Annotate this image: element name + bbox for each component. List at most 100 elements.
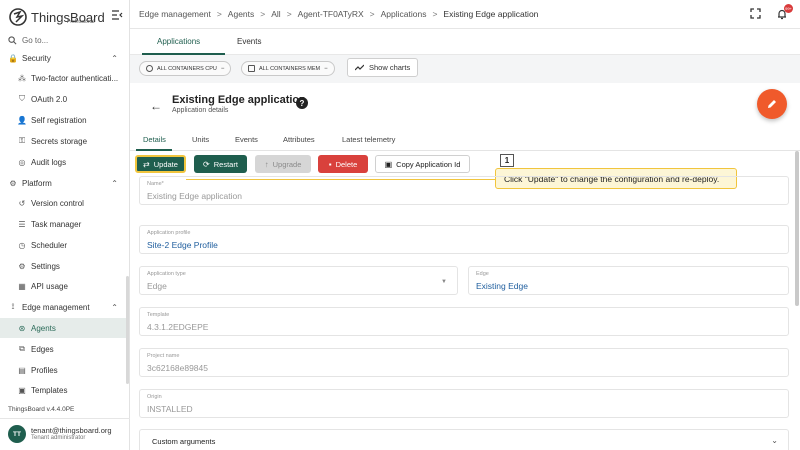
sidebar-item-label: Two-factor authenticati... — [31, 73, 119, 83]
edge-field[interactable]: Edge Existing Edge — [468, 266, 789, 295]
tab-details[interactable]: Details — [143, 135, 166, 144]
cpu-filter-chip[interactable]: ALL CONTAINERS CPU − — [139, 61, 232, 76]
project-name-field[interactable]: Project name 3c62168e89845 — [139, 348, 789, 377]
breadcrumb: Edge management > Agents > All > Agent-T… — [139, 9, 544, 19]
sidebar-item-label: Scheduler — [31, 240, 68, 250]
sidebar-group-security[interactable]: 🔒 Security ⌃ — [0, 48, 128, 68]
sidebar-item-settings[interactable]: ⚙ Settings — [0, 256, 128, 276]
user-email[interactable]: tenant@thingsboard.org — [31, 426, 112, 435]
tab-units[interactable]: Units — [192, 135, 209, 144]
sidebar-item-label: Profiles — [31, 365, 58, 375]
restart-icon: ⟳ — [203, 159, 210, 169]
sidebar-item-label: Edge management — [22, 302, 90, 312]
field-label: Project name — [147, 353, 180, 359]
sidebar-item-label: Templates — [31, 385, 68, 395]
settings-icon: ⚙ — [18, 261, 26, 271]
sidebar-item-profiles[interactable]: ▤ Profiles — [0, 360, 128, 380]
tab-events[interactable]: Events — [237, 37, 261, 46]
sidebar-group-edge-management[interactable]: ⟟ Edge management ⌃ — [0, 297, 128, 317]
breadcrumb-item[interactable]: Applications — [381, 9, 427, 19]
edge-icon: ⟟ — [11, 302, 15, 311]
application-type-select[interactable]: Application type Edge ▼ — [139, 266, 458, 295]
sidebar-item-api-usage[interactable]: ▦ API usage — [0, 276, 128, 296]
copy-application-id-button[interactable]: ▣ Copy Application Id — [375, 155, 470, 173]
chevron-up-icon: ⌃ — [111, 178, 118, 188]
sidebar-item-edges[interactable]: ⧉ Edges — [0, 339, 128, 359]
field-value-link[interactable]: Existing Edge — [476, 281, 528, 291]
breadcrumb-item[interactable]: All — [271, 9, 280, 19]
help-icon[interactable]: ? — [296, 97, 308, 109]
back-arrow-icon[interactable]: ← — [150, 99, 162, 113]
delete-button[interactable]: ▪ Delete — [318, 155, 368, 173]
field-value-link[interactable]: Site-2 Edge Profile — [147, 240, 218, 250]
update-button[interactable]: ⇄ Update — [135, 155, 186, 173]
field-value: 4.3.1.2EDGEPE — [147, 322, 209, 332]
card-scrollbar[interactable] — [795, 151, 799, 306]
sidebar-item-audit-logs[interactable]: ◎ Audit logs — [0, 152, 128, 172]
dash-icon: − — [220, 65, 225, 72]
template-field[interactable]: Template 4.3.1.2EDGEPE — [139, 307, 789, 336]
field-label: Edge — [476, 271, 489, 277]
sidebar-item-label: Secrets storage — [31, 136, 88, 146]
sidebar-item-secrets-storage[interactable]: ⚿ Secrets storage — [0, 131, 128, 151]
sidebar-item-label: Version control — [31, 198, 84, 208]
sidebar-group-platform[interactable]: ⚙ Platform ⌃ — [0, 173, 128, 193]
dash-icon: − — [324, 65, 328, 72]
field-value: Existing Edge application — [147, 191, 242, 201]
sidebar-item-templates[interactable]: ▣ Templates — [0, 380, 128, 400]
chevron-up-icon: ⌃ — [111, 53, 118, 63]
upgrade-label: Upgrade — [272, 159, 302, 169]
show-charts-button[interactable]: Show charts — [347, 58, 419, 77]
notifications-button[interactable]: 99+ — [776, 4, 793, 20]
field-value: INSTALLED — [147, 404, 193, 414]
goto-search[interactable]: Go to... — [8, 36, 48, 45]
origin-field[interactable]: Origin INSTALLED — [139, 389, 789, 418]
name-field[interactable]: Name* Existing Edge application — [139, 176, 789, 205]
menu-collapse-icon[interactable] — [111, 10, 123, 20]
trash-icon: ▪ — [328, 159, 332, 169]
avatar[interactable]: TT — [8, 425, 26, 443]
sidebar-scrollbar[interactable] — [126, 276, 129, 384]
sidebar-item-agents[interactable]: ⊛ Agents — [0, 318, 128, 338]
delete-label: Delete — [335, 159, 358, 169]
user-role: Tenant administrator — [31, 435, 86, 441]
templates-icon: ▣ — [18, 385, 26, 395]
field-label: Origin — [147, 394, 162, 400]
clock-icon: ◷ — [18, 240, 26, 250]
application-profile-field[interactable]: Application profile Site-2 Edge Profile — [139, 225, 789, 254]
upgrade-button[interactable]: ↑ Upgrade — [255, 155, 311, 173]
breadcrumb-separator: > — [216, 9, 222, 19]
fullscreen-icon[interactable] — [750, 8, 761, 19]
breadcrumb-item[interactable]: Agents — [228, 9, 254, 19]
field-value: Edge — [147, 281, 167, 291]
copy-label: Copy Application Id — [396, 159, 461, 169]
sidebar-item-version-control[interactable]: ↺ Version control — [0, 193, 128, 213]
custom-arguments-panel[interactable]: Custom arguments ⌄ — [139, 429, 789, 450]
restart-button[interactable]: ⟳ Restart — [194, 155, 247, 173]
mem-filter-chip[interactable]: ALL CONTAINERS MEM − — [241, 61, 335, 76]
sidebar-item-label: Edges — [31, 344, 54, 354]
field-label: Application profile — [147, 230, 191, 236]
sidebar-item-task-manager[interactable]: ☰ Task manager — [0, 214, 128, 234]
tab-attributes[interactable]: Attributes — [283, 135, 315, 144]
tab-latest-telemetry[interactable]: Latest telemetry — [342, 135, 395, 144]
goto-placeholder: Go to... — [22, 36, 49, 45]
arrow-up-icon: ↑ — [264, 159, 269, 169]
logo-edition: Professional — [67, 19, 95, 25]
sidebar-item-scheduler[interactable]: ◷ Scheduler — [0, 235, 128, 255]
breadcrumb-item[interactable]: Agent-TF0ATyRX — [298, 9, 364, 19]
sidebar-item-two-factor[interactable]: ⁂ Two-factor authenticati... — [0, 68, 128, 88]
details-card: ← Existing Edge application Application … — [130, 83, 800, 450]
globe-icon — [146, 65, 153, 72]
sidebar-item-self-registration[interactable]: 👤 Self registration — [0, 110, 128, 130]
breadcrumb-separator: > — [286, 9, 292, 19]
sidebar-item-label: OAuth 2.0 — [31, 94, 68, 104]
breadcrumb-separator: > — [369, 9, 375, 19]
swap-icon: ⇄ — [143, 159, 150, 169]
breadcrumb-item[interactable]: Edge management — [139, 9, 211, 19]
edit-fab-button[interactable] — [757, 89, 787, 119]
sidebar-item-oauth[interactable]: ⛉ OAuth 2.0 — [0, 89, 128, 109]
tab-events[interactable]: Events — [235, 135, 258, 144]
tab-applications[interactable]: Applications — [157, 37, 200, 46]
field-label: Application type — [147, 271, 186, 277]
